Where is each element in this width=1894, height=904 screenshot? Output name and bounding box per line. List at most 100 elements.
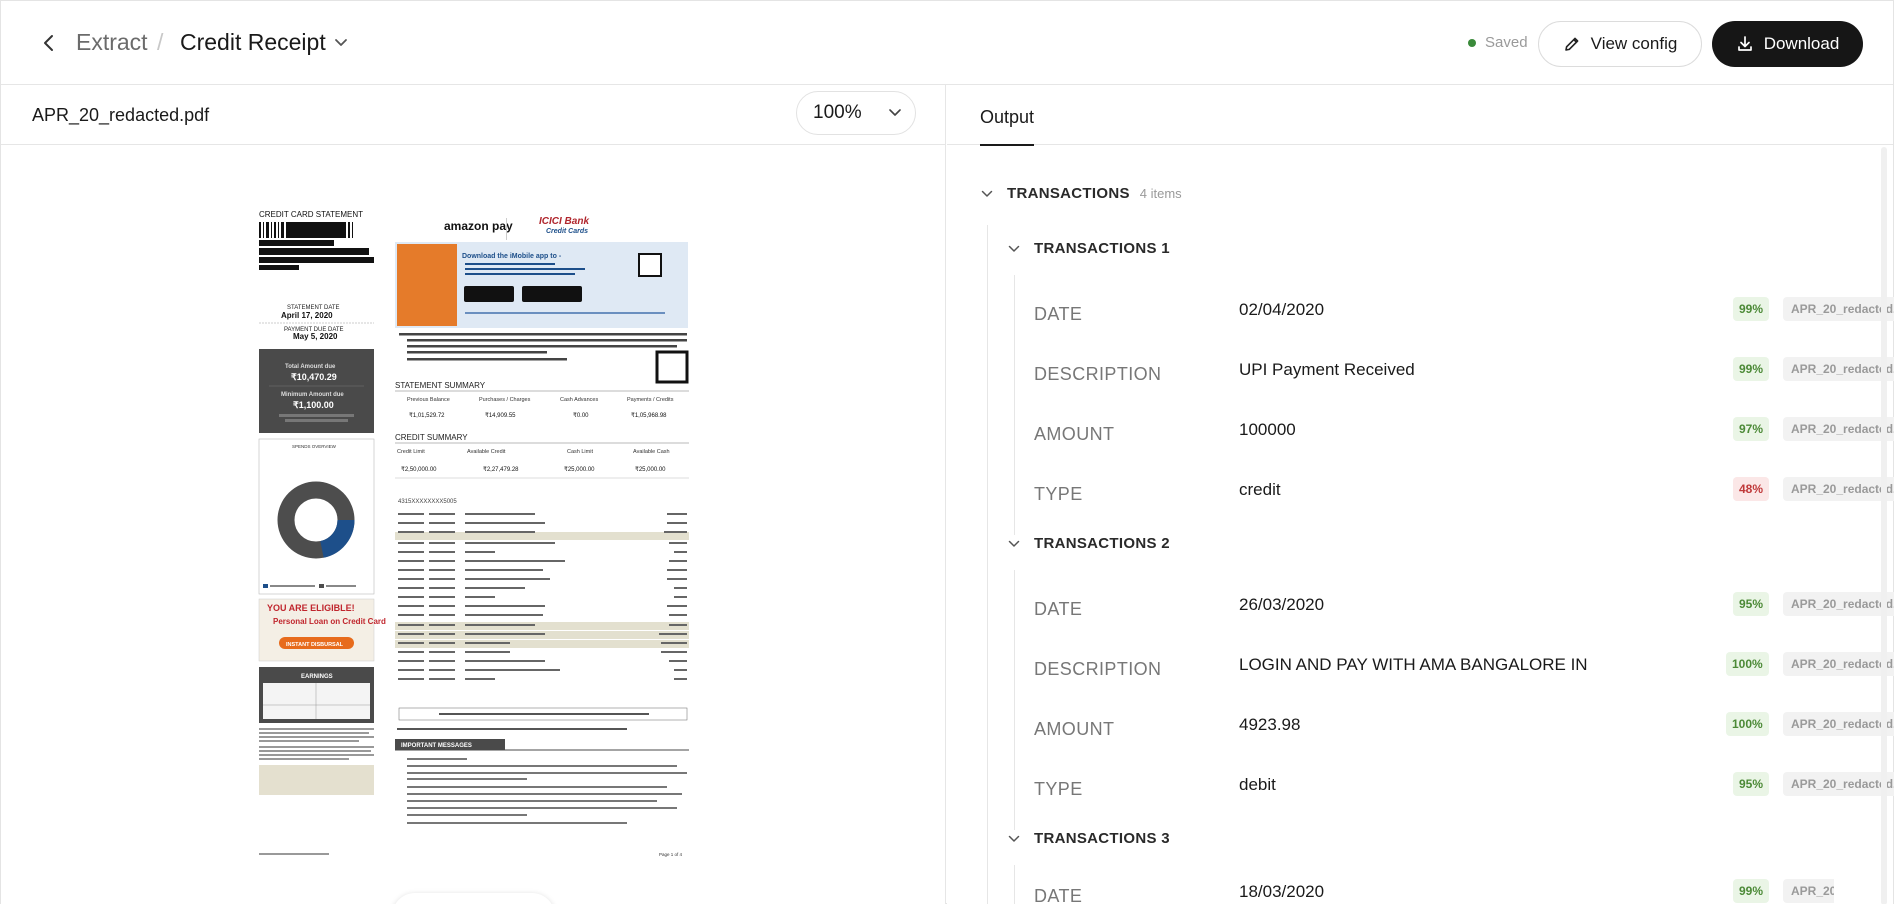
transaction-2-title: TRANSACTIONS 2 — [1034, 535, 1170, 552]
chevron-down-icon — [888, 108, 902, 118]
source-badge[interactable]: APR_20_redacted.pdf p1 — [1783, 652, 1894, 676]
field-row[interactable]: AMOUNT 100000 97% APR_20_redacted.pdf p1 — [1034, 402, 1894, 462]
pdf-card-number: 4315XXXXXXXX5005 — [398, 499, 457, 505]
pdf-purchases: ₹14,909.55 — [485, 412, 516, 419]
pencil-icon — [1563, 35, 1581, 53]
pdf-page-of: Page 1 of 4 — [659, 852, 683, 857]
confidence-badge: 97% — [1733, 417, 1770, 441]
pdf-avail-cash-label: Available Cash — [633, 449, 670, 455]
field-label: DATE — [1034, 886, 1083, 904]
field-label: AMOUNT — [1034, 719, 1115, 739]
field-row[interactable]: TYPE debit 95% APR_20_redacted.pdf p1 — [1034, 757, 1894, 817]
pdf-avail-credit: ₹2,27,479.28 — [483, 466, 519, 473]
pdf-transaction-lines — [395, 513, 689, 680]
pdf-prev-balance-label: Previous Balance — [407, 397, 450, 403]
app-window: Extract / Credit Receipt Saved View conf… — [0, 0, 1894, 904]
confidence-badge: 95% — [1733, 592, 1770, 616]
pdf-icici-logo: ICICI Bank — [539, 216, 589, 227]
zoom-select[interactable]: 100% — [796, 91, 916, 135]
transaction-2-header[interactable]: TRANSACTIONS 2 — [1008, 535, 1170, 552]
source-badge[interactable]: APR_20_redacted.pdf p1 — [1783, 477, 1894, 501]
field-label: DATE — [1034, 304, 1083, 324]
field-label: DESCRIPTION — [1034, 364, 1162, 384]
document-panel: APR_20_redacted.pdf 100% CREDIT CARD STA… — [1, 85, 946, 904]
field-value: 4923.98 — [1239, 715, 1301, 734]
status-dot-icon — [1468, 38, 1476, 47]
breadcrumb-extract[interactable]: Extract — [76, 29, 148, 56]
field-row[interactable]: DATE 26/03/2020 95% APR_20_redacted.pdf … — [1034, 577, 1894, 637]
source-badge[interactable]: APR_20_redacted.pdf p1 — [1783, 712, 1894, 736]
transaction-1-title: TRANSACTIONS 1 — [1034, 240, 1170, 257]
output-tabs: Output — [947, 85, 1893, 146]
pdf-prev-balance: ₹1,01,529.72 — [409, 412, 445, 419]
field-value: credit — [1239, 480, 1281, 499]
pdf-min-due: ₹1,100.00 — [293, 400, 334, 410]
field-value: debit — [1239, 775, 1276, 794]
pdf-total-due-label: Total Amount due — [285, 364, 336, 370]
pdf-instant: INSTANT DISBURSAL — [286, 642, 344, 648]
field-row[interactable]: DESCRIPTION LOGIN AND PAY WITH AMA BANGA… — [1034, 637, 1894, 697]
view-config-label: View config — [1590, 34, 1678, 53]
transactions-group-title: TRANSACTIONS — [1007, 185, 1130, 202]
source-badge[interactable]: APR_20_redacted.pdf p1 — [1783, 592, 1894, 616]
download-button[interactable]: Download — [1712, 21, 1863, 67]
chevron-down-icon — [334, 38, 348, 48]
transaction-2-indent-line — [1014, 570, 1015, 830]
view-config-button[interactable]: View config — [1538, 21, 1702, 67]
field-row[interactable]: TYPE credit 48% APR_20_redacted.pdf p1 — [1034, 462, 1894, 522]
field-value: 02/04/2020 — [1239, 300, 1325, 319]
output-panel: Output TRANSACTIONS 4 items TRANSACTIONS… — [947, 85, 1894, 904]
source-badge[interactable]: APR_20_redacted.pdf p1 — [1783, 772, 1894, 796]
file-name: APR_20_redacted.pdf — [32, 105, 210, 125]
pdf-cash-adv: ₹0.00 — [573, 412, 589, 419]
pdf-credit-limit-label: Credit Limit — [397, 449, 425, 455]
field-row[interactable]: AMOUNT 4923.98 100% APR_20_redacted.pdf … — [1034, 697, 1894, 757]
transaction-1-header[interactable]: TRANSACTIONS 1 — [1008, 240, 1170, 257]
tab-output[interactable]: Output — [980, 107, 1035, 146]
transaction-3-indent-line — [1014, 865, 1015, 904]
output-scrollbar[interactable] — [1881, 147, 1887, 904]
field-value: 26/03/2020 — [1239, 595, 1325, 614]
chevron-down-icon — [1008, 245, 1020, 253]
source-badge[interactable]: APR_20_redacted.pdf p1 — [1783, 297, 1894, 321]
pdf-credit-summary: CREDIT SUMMARY — [395, 433, 468, 442]
pdf-icici-sub: Credit Cards — [546, 228, 588, 235]
zoom-value: 100% — [813, 102, 862, 123]
pdf-important-messages: IMPORTANT MESSAGES — [401, 743, 472, 749]
pdf-payments: ₹1,05,968.98 — [631, 412, 667, 419]
group-indent-line — [987, 225, 988, 904]
pdf-spends-title: SPENDS OVERVIEW — [292, 444, 337, 449]
field-label: DATE — [1034, 599, 1083, 619]
transactions-group-count: 4 items — [1139, 186, 1182, 201]
breadcrumb-current-dropdown[interactable]: Credit Receipt — [180, 29, 348, 56]
confidence-badge: 99% — [1733, 879, 1770, 903]
confidence-badge: 95% — [1733, 772, 1770, 796]
source-badge[interactable]: APR_20_redacted.pdf p1 — [1783, 879, 1834, 903]
pdf-min-due-label: Minimum Amount due — [281, 392, 344, 398]
pdf-earnings: EARNINGS — [301, 674, 333, 680]
field-value: UPI Payment Received — [1239, 360, 1415, 379]
transaction-1-indent-line — [1014, 275, 1015, 535]
back-button[interactable] — [35, 29, 63, 57]
breadcrumb-current-label: Credit Receipt — [180, 29, 326, 55]
field-row[interactable]: DATE 02/04/2020 99% APR_20_redacted.pdf … — [1034, 282, 1894, 342]
transaction-3-header[interactable]: TRANSACTIONS 3 — [1008, 830, 1170, 847]
field-row[interactable]: DATE 18/03/2020 99% APR_20_redacted.pdf … — [1034, 864, 1834, 904]
pdf-total-due: ₹10,470.29 — [291, 372, 337, 382]
transaction-3-title: TRANSACTIONS 3 — [1034, 830, 1170, 847]
source-badge[interactable]: APR_20_redacted.pdf p1 — [1783, 417, 1894, 441]
pdf-cash-limit-label: Cash Limit — [567, 449, 593, 455]
pdf-eligible: YOU ARE ELIGIBLE! — [267, 603, 355, 613]
pdf-page-preview: CREDIT CARD STATEMENT STATEMENT DATE Apr… — [249, 208, 695, 862]
document-viewer[interactable]: CREDIT CARD STATEMENT STATEMENT DATE Apr… — [1, 146, 945, 904]
page-navigator: 1 /4 — [392, 893, 555, 904]
source-badge[interactable]: APR_20_redacted.pdf p1 — [1783, 357, 1894, 381]
transactions-group-header[interactable]: TRANSACTIONS 4 items — [981, 185, 1182, 202]
pdf-credit-limit: ₹2,50,000.00 — [401, 466, 437, 473]
field-label: DESCRIPTION — [1034, 659, 1162, 679]
barcode-image — [259, 222, 355, 238]
confidence-badge: 100% — [1726, 652, 1769, 676]
field-row[interactable]: DESCRIPTION UPI Payment Received 99% APR… — [1034, 342, 1894, 402]
confidence-badge: 99% — [1733, 297, 1770, 321]
chevron-down-icon — [1008, 835, 1020, 843]
